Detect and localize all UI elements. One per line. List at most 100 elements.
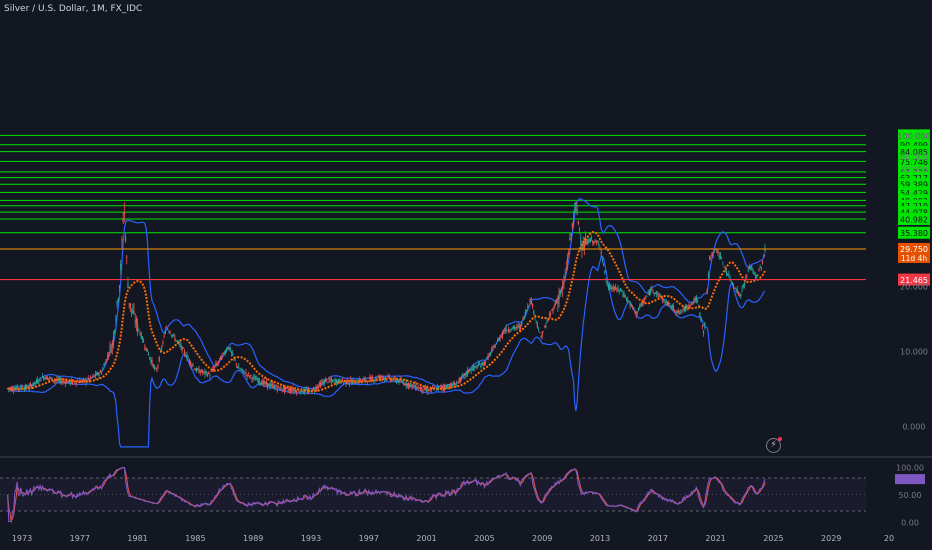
candle-body (281, 389, 283, 391)
candle-body (458, 378, 460, 383)
candle-body (230, 351, 233, 354)
candle-body (604, 270, 606, 273)
lower-band (7, 255, 766, 448)
candle-body (716, 249, 718, 252)
candle-body (577, 221, 579, 225)
candle-body (537, 330, 540, 332)
time-tick-label: 2017 (648, 534, 668, 543)
candle-body (752, 269, 754, 272)
candle-body (106, 355, 109, 357)
candle-body (617, 287, 619, 291)
candle-body (677, 310, 679, 314)
candle-body (29, 384, 32, 386)
candle-body (600, 252, 602, 254)
candle-body (440, 386, 442, 389)
candle-body (558, 296, 560, 300)
candle-body (351, 381, 353, 385)
candle-body (274, 386, 276, 389)
candle-body (364, 377, 366, 381)
candle-body (601, 258, 604, 261)
candle-body (115, 319, 117, 322)
candle-body (510, 330, 512, 332)
candle-body (158, 356, 160, 362)
candle-body (418, 387, 420, 389)
candle-body (114, 329, 116, 333)
candle-body (574, 203, 576, 205)
candle-body (633, 307, 635, 310)
lightning-icon[interactable]: ⚡ (766, 437, 782, 453)
candle-body (668, 302, 670, 305)
candle-body (49, 377, 51, 379)
candle-body (366, 381, 369, 383)
candle-body (405, 381, 407, 386)
candle-body (578, 228, 581, 230)
candle-body (548, 314, 551, 316)
candle-body (657, 292, 659, 294)
candle-body (126, 256, 128, 258)
candle-body (411, 384, 413, 388)
candle-body (525, 310, 528, 312)
candle-body (257, 379, 259, 383)
candle-body (69, 381, 71, 384)
candle-body (301, 392, 304, 393)
candle-body (182, 348, 184, 349)
candle-body (551, 310, 553, 311)
candle-body (227, 348, 229, 350)
candle-body (124, 236, 127, 242)
candle-body (536, 324, 538, 328)
candle-body (362, 379, 364, 381)
candle-body (328, 378, 330, 381)
rsi-last-label-bg (895, 474, 925, 485)
candle-body (421, 386, 423, 391)
candle-body (635, 311, 637, 315)
candle-body (512, 326, 514, 329)
candle-body (12, 389, 15, 391)
rsi-axis[interactable]: 100.00 50.00 0.00 (895, 464, 925, 528)
candle-body (143, 341, 145, 343)
candle-body (689, 306, 691, 307)
time-axis[interactable]: 1973 1977 1981 1985 1989 1993 1997 2001 2005 2009… (12, 534, 894, 543)
candle-body (505, 327, 507, 332)
candle-body (161, 347, 163, 349)
candle-body (210, 371, 212, 372)
candle-body (631, 306, 634, 308)
chart-canvas[interactable]: 100.00090.49984.08575.74667.72863.71759.… (0, 0, 932, 550)
candle-body (539, 332, 541, 333)
candle-body (156, 369, 158, 371)
candle-body (240, 369, 242, 371)
candle-body (273, 385, 275, 389)
candle-body (263, 380, 265, 384)
candle-body (728, 273, 730, 276)
candle-body (261, 382, 263, 385)
candle-body (628, 301, 630, 303)
candle-body (199, 371, 201, 374)
current-price-label: 29.750 (900, 245, 928, 254)
candle-body (39, 377, 41, 379)
candle-body (593, 241, 595, 244)
price-tick-label: 80.000 (900, 153, 928, 162)
candle-body (318, 383, 321, 385)
candle-body (556, 301, 558, 303)
candle-body (630, 304, 632, 305)
candle-body (477, 363, 479, 366)
candle-body (34, 382, 36, 384)
candle-body (654, 293, 656, 294)
candle-body (98, 374, 100, 376)
candle-body (592, 240, 594, 243)
candle-body (475, 365, 477, 367)
candle-body (612, 286, 614, 290)
candle-body (406, 383, 408, 387)
candle-body (382, 376, 384, 378)
candle-body (711, 252, 713, 256)
candle-body (149, 357, 151, 359)
candle-body (398, 379, 400, 383)
candle-body (428, 390, 430, 392)
candle-body (749, 266, 752, 268)
candle-body (562, 286, 564, 289)
candle-body (293, 389, 295, 391)
candle-body (515, 327, 517, 329)
candle-body (692, 302, 694, 304)
candle-body (754, 275, 756, 277)
candle-body (322, 381, 324, 383)
notification-dot (778, 437, 782, 441)
